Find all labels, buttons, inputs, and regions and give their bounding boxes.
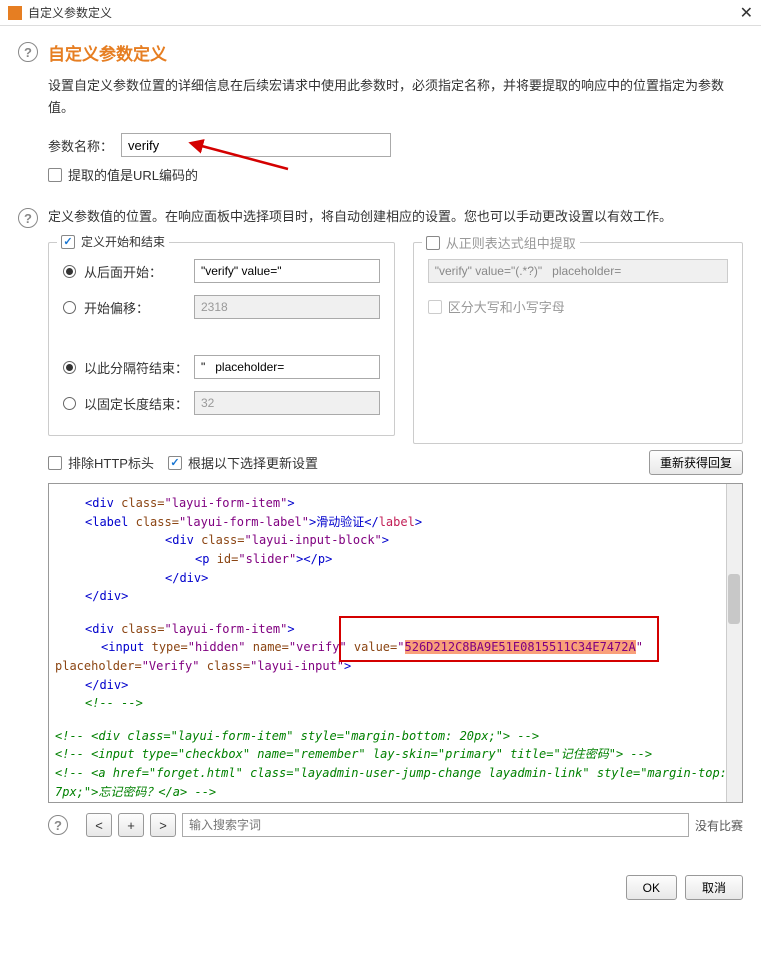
exclude-http-checkbox[interactable]	[48, 456, 62, 470]
add-button[interactable]: +	[118, 813, 144, 837]
regex-input	[428, 259, 728, 283]
end-fixed-radio[interactable]	[63, 397, 76, 410]
page-desc: 设置自定义参数位置的详细信息在后续宏请求中使用此参数时，必须指定名称，并将要提取…	[48, 75, 743, 119]
annotation-box	[339, 616, 659, 662]
page-title: 自定义参数定义	[48, 40, 743, 65]
case-label: 区分大写和小写字母	[448, 297, 565, 316]
param-name-label: 参数名称：	[48, 136, 113, 155]
start-offset-radio[interactable]	[63, 301, 76, 314]
next-button[interactable]: >	[150, 813, 176, 837]
update-settings-label: 根据以下选择更新设置	[188, 453, 318, 472]
no-match-label: 没有比赛	[695, 817, 743, 834]
cancel-button[interactable]: 取消	[685, 875, 743, 900]
start-after-input[interactable]	[194, 259, 380, 283]
scrollbar[interactable]	[726, 484, 742, 802]
search-input[interactable]	[182, 813, 689, 837]
update-settings-checkbox[interactable]	[168, 456, 182, 470]
start-offset-label: 开始偏移：	[84, 298, 194, 317]
end-delim-label: 以此分隔符结束：	[84, 358, 194, 377]
exclude-http-label: 排除HTTP标头	[68, 453, 154, 472]
regex-checkbox[interactable]	[426, 236, 440, 250]
app-icon	[8, 6, 22, 20]
scrollbar-thumb[interactable]	[728, 574, 740, 624]
prev-button[interactable]: <	[86, 813, 112, 837]
start-end-checkbox[interactable]	[61, 235, 75, 249]
end-fixed-input	[194, 391, 380, 415]
help-icon[interactable]: ?	[48, 815, 68, 835]
start-offset-input	[194, 295, 380, 319]
position-desc: 定义参数值的位置。在响应面板中选择项目时，将自动创建相应的设置。您也可以手动更改…	[48, 206, 743, 228]
regex-legend: 从正则表达式组中提取	[446, 233, 576, 252]
window-title: 自定义参数定义	[28, 4, 740, 21]
url-encode-label: 提取的值是URL编码的	[68, 165, 198, 184]
end-fixed-label: 以固定长度结束：	[84, 394, 194, 413]
help-icon[interactable]: ?	[18, 208, 38, 228]
start-after-label: 从后面开始：	[84, 262, 194, 281]
help-icon[interactable]: ?	[18, 42, 38, 62]
start-end-legend: 定义开始和结束	[81, 233, 165, 250]
close-icon[interactable]: ✕	[740, 3, 753, 23]
case-checkbox	[428, 300, 442, 314]
url-encode-checkbox[interactable]	[48, 168, 62, 182]
ok-button[interactable]: OK	[626, 875, 677, 900]
end-delim-input[interactable]	[194, 355, 380, 379]
start-after-radio[interactable]	[63, 265, 76, 278]
end-delim-radio[interactable]	[63, 361, 76, 374]
response-pane[interactable]: <div class="layui-form-item"> <label cla…	[48, 483, 743, 803]
refetch-button[interactable]: 重新获得回复	[649, 450, 743, 475]
param-name-input[interactable]	[121, 133, 391, 157]
